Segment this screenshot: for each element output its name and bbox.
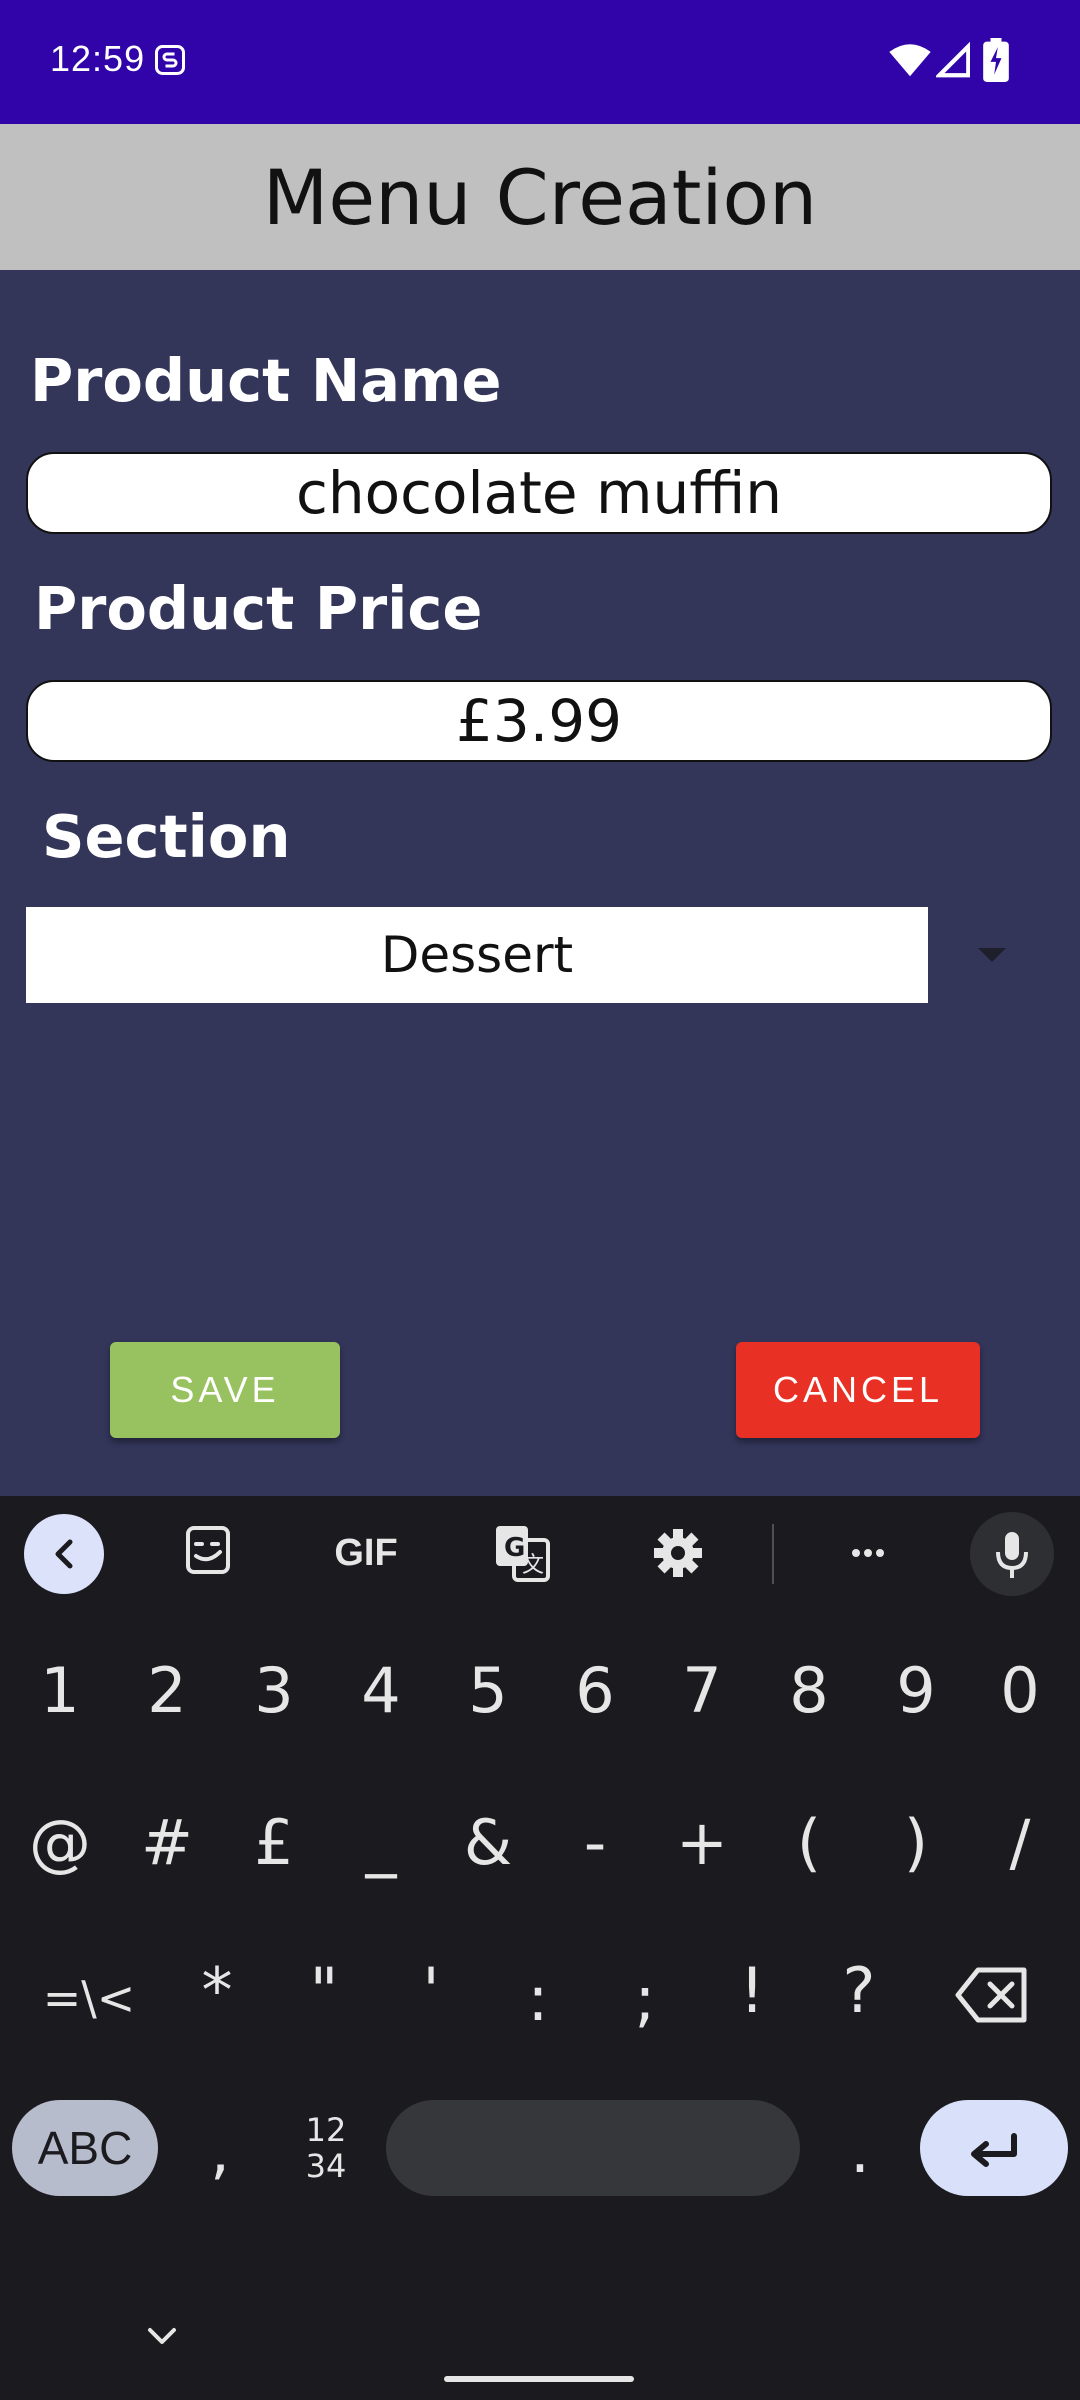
enter-icon <box>971 2133 1017 2167</box>
status-time: 12:59 <box>50 38 146 79</box>
dropdown-arrow-icon[interactable] <box>978 948 1006 962</box>
key-6[interactable]: 6 <box>545 1640 645 1740</box>
key-at[interactable]: @ <box>10 1792 110 1892</box>
key-asterisk[interactable]: * <box>167 1940 267 2040</box>
key-question[interactable]: ? <box>809 1940 909 2040</box>
key-hash[interactable]: # <box>117 1792 217 1892</box>
product-price-label: Product Price <box>34 574 483 643</box>
key-semicolon[interactable]: ; <box>595 1948 695 2048</box>
page-title: Menu Creation <box>262 152 818 242</box>
product-price-input[interactable]: £3.99 <box>26 680 1052 762</box>
chevron-down-icon[interactable] <box>142 2320 182 2350</box>
key-colon[interactable]: : <box>488 1948 588 2048</box>
product-name-input[interactable]: chocolate muffin <box>26 452 1052 534</box>
key-plus[interactable]: + <box>652 1792 752 1892</box>
key-1[interactable]: 1 <box>10 1640 110 1740</box>
gif-button[interactable]: GIF <box>320 1520 412 1586</box>
settings-icon[interactable] <box>638 1520 718 1586</box>
chevron-left-icon <box>55 1539 73 1569</box>
toolbar-divider <box>772 1524 774 1584</box>
signal-icon <box>936 42 970 78</box>
mic-icon <box>996 1532 1028 1578</box>
key-pound[interactable]: £ <box>224 1792 324 1892</box>
screen-recorder-icon <box>155 45 185 75</box>
voice-input-button[interactable] <box>970 1512 1054 1596</box>
key-underscore[interactable]: _ <box>331 1792 431 1892</box>
key-close-paren[interactable]: ) <box>866 1792 966 1892</box>
key-8[interactable]: 8 <box>759 1640 859 1740</box>
key-7[interactable]: 7 <box>652 1640 752 1740</box>
gesture-nav-handle[interactable] <box>444 2376 634 2382</box>
backspace-icon[interactable] <box>954 1966 1030 2024</box>
key-comma[interactable]: , <box>170 2100 270 2200</box>
section-dropdown[interactable]: Dessert <box>26 907 928 1003</box>
abc-key[interactable]: ABC <box>12 2100 158 2196</box>
key-minus[interactable]: - <box>545 1792 645 1892</box>
key-more-symbols[interactable]: =\< <box>34 1948 144 2048</box>
wifi-icon <box>889 44 931 77</box>
key-exclamation[interactable]: ! <box>702 1940 802 2040</box>
translate-icon[interactable]: G 文 <box>482 1520 562 1586</box>
key-2[interactable]: 2 <box>117 1640 217 1740</box>
key-single-quote[interactable]: ' <box>381 1940 481 2040</box>
save-button[interactable]: SAVE <box>110 1342 340 1438</box>
more-icon[interactable] <box>828 1520 908 1586</box>
key-open-paren[interactable]: ( <box>759 1792 859 1892</box>
form-area: Product Name chocolate muffin Product Pr… <box>0 270 1080 1496</box>
sticker-icon[interactable] <box>168 1520 248 1586</box>
key-0[interactable]: 0 <box>970 1640 1070 1740</box>
key-slash[interactable]: / <box>970 1792 1070 1892</box>
cancel-button[interactable]: CANCEL <box>736 1342 980 1438</box>
section-label: Section <box>42 802 291 871</box>
title-bar: Menu Creation <box>0 124 1080 270</box>
key-double-quote[interactable]: " <box>274 1940 374 2040</box>
key-ampersand[interactable]: & <box>438 1792 538 1892</box>
numpad-key-label: 12 34 <box>305 2111 347 2185</box>
battery-charging-icon <box>983 38 1009 82</box>
key-5[interactable]: 5 <box>438 1640 538 1740</box>
key-9[interactable]: 9 <box>866 1640 966 1740</box>
svg-text:文: 文 <box>522 1553 544 1578</box>
enter-key[interactable] <box>920 2100 1068 2196</box>
key-3[interactable]: 3 <box>224 1640 324 1740</box>
key-4[interactable]: 4 <box>331 1640 431 1740</box>
numpad-key[interactable]: 12 34 <box>296 2112 356 2192</box>
key-period[interactable]: . <box>810 2100 910 2200</box>
status-bar: 12:59 <box>0 0 1080 124</box>
product-name-label: Product Name <box>30 346 502 415</box>
space-key[interactable] <box>386 2100 800 2196</box>
keyboard-back-button[interactable] <box>24 1514 104 1594</box>
